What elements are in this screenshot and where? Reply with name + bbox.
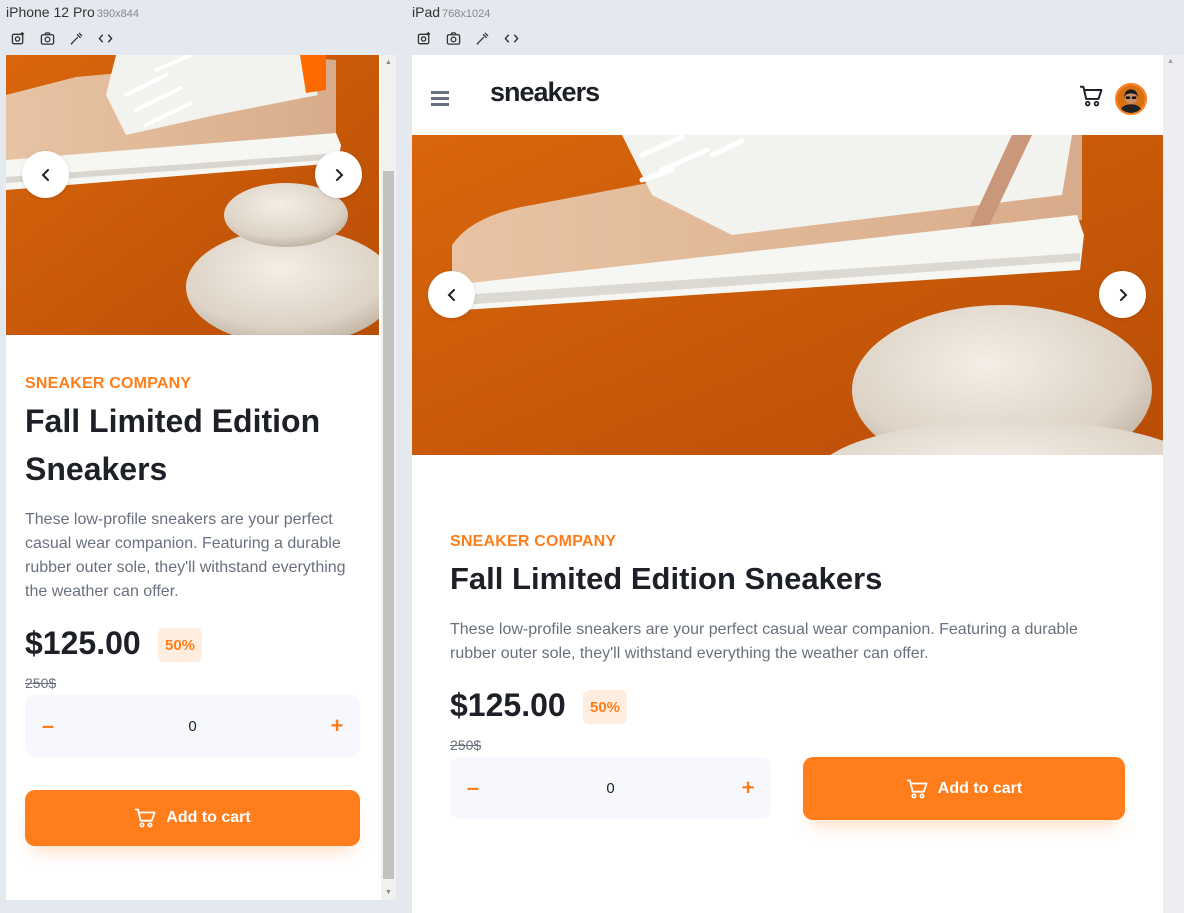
tablet-scrollbar[interactable]: ▲ <box>1163 55 1184 913</box>
phone-viewport: SNEAKER COMPANY Fall Limited Edition Sne… <box>6 55 396 900</box>
cart-icon <box>134 808 156 828</box>
product-title: Fall Limited Edition Sneakers <box>25 403 321 487</box>
phone-device-name: iPhone 12 Pro <box>6 4 95 20</box>
code-icon[interactable] <box>504 31 519 46</box>
decrease-quantity-button[interactable]: – <box>28 713 68 739</box>
current-price: $125.00 <box>450 687 566 723</box>
tablet-viewport: sneakers SNEAKER COMPANY Fall Limited Ed… <box>412 55 1184 913</box>
product-description: These low-profile sneakers are your perf… <box>450 621 1078 662</box>
tablet-page: sneakers SNEAKER COMPANY Fall Limited Ed… <box>412 55 1163 913</box>
quantity-stepper: – 0 + <box>450 757 771 819</box>
product-description: These low-profile sneakers are your perf… <box>25 511 346 600</box>
code-icon[interactable] <box>98 31 113 46</box>
avatar[interactable] <box>1115 83 1147 115</box>
sneaker-photo <box>412 135 1163 455</box>
scroll-thumb[interactable] <box>383 171 394 879</box>
hamburger-menu-icon[interactable] <box>431 91 449 106</box>
phone-scrollbar[interactable]: ▲ ▼ <box>381 55 396 900</box>
discount-badge: 50% <box>158 628 202 662</box>
site-logo[interactable]: sneakers <box>490 77 600 108</box>
add-to-cart-button[interactable]: Add to cart <box>25 790 360 846</box>
previous-image-button[interactable] <box>428 271 475 318</box>
scroll-down-arrow-icon[interactable]: ▼ <box>381 885 396 900</box>
quantity-value: 0 <box>188 717 197 735</box>
user-avatar-image <box>1117 85 1145 113</box>
next-image-button[interactable] <box>315 151 362 198</box>
phone-device-size: 390x844 <box>96 8 139 20</box>
product-image <box>412 135 1163 455</box>
chevron-left-icon <box>40 168 52 182</box>
chevron-right-icon <box>1117 288 1129 302</box>
tablet-device-size: 768x1024 <box>442 8 491 20</box>
company-label: SNEAKER COMPANY <box>450 533 617 550</box>
company-label: SNEAKER COMPANY <box>25 375 192 392</box>
next-image-button[interactable] <box>1099 271 1146 318</box>
quantity-value: 0 <box>606 779 615 797</box>
sneaker-photo <box>6 55 379 335</box>
tablet-toolbar <box>417 31 519 46</box>
camera-icon[interactable] <box>40 31 55 46</box>
phone-page: SNEAKER COMPANY Fall Limited Edition Sne… <box>6 55 379 900</box>
previous-image-button[interactable] <box>22 151 69 198</box>
navbar: sneakers <box>412 55 1163 135</box>
tablet-device-label: iPad 768x1024 <box>412 4 490 20</box>
cart-icon <box>906 779 928 799</box>
phone-device-label: iPhone 12 Pro 390x844 <box>6 4 139 20</box>
rotate-screenshot-icon[interactable] <box>417 31 432 46</box>
decrease-quantity-button[interactable]: – <box>453 775 493 801</box>
increase-quantity-button[interactable]: + <box>317 713 357 739</box>
original-price: 250$ <box>450 737 482 753</box>
tablet-device-name: iPad <box>412 4 441 20</box>
chevron-left-icon <box>446 288 458 302</box>
pipette-icon[interactable] <box>475 31 490 46</box>
quantity-stepper: – 0 + <box>25 695 360 757</box>
increase-quantity-button[interactable]: + <box>728 775 768 801</box>
add-to-cart-button[interactable]: Add to cart <box>803 757 1125 820</box>
chevron-right-icon <box>333 168 345 182</box>
scroll-up-arrow-icon[interactable]: ▲ <box>381 55 396 70</box>
pipette-icon[interactable] <box>69 31 84 46</box>
original-price: 250$ <box>25 675 57 691</box>
rotate-screenshot-icon[interactable] <box>11 31 26 46</box>
camera-icon[interactable] <box>446 31 461 46</box>
discount-badge: 50% <box>583 690 627 724</box>
product-image <box>6 55 379 335</box>
cart-icon[interactable] <box>1079 85 1103 107</box>
add-to-cart-label: Add to cart <box>937 779 1023 797</box>
add-to-cart-label: Add to cart <box>166 809 251 826</box>
scroll-up-arrow-icon[interactable]: ▲ <box>1167 58 1174 65</box>
product-title: Fall Limited Edition Sneakers <box>450 561 883 596</box>
current-price: $125.00 <box>25 625 141 661</box>
phone-toolbar <box>11 31 113 46</box>
